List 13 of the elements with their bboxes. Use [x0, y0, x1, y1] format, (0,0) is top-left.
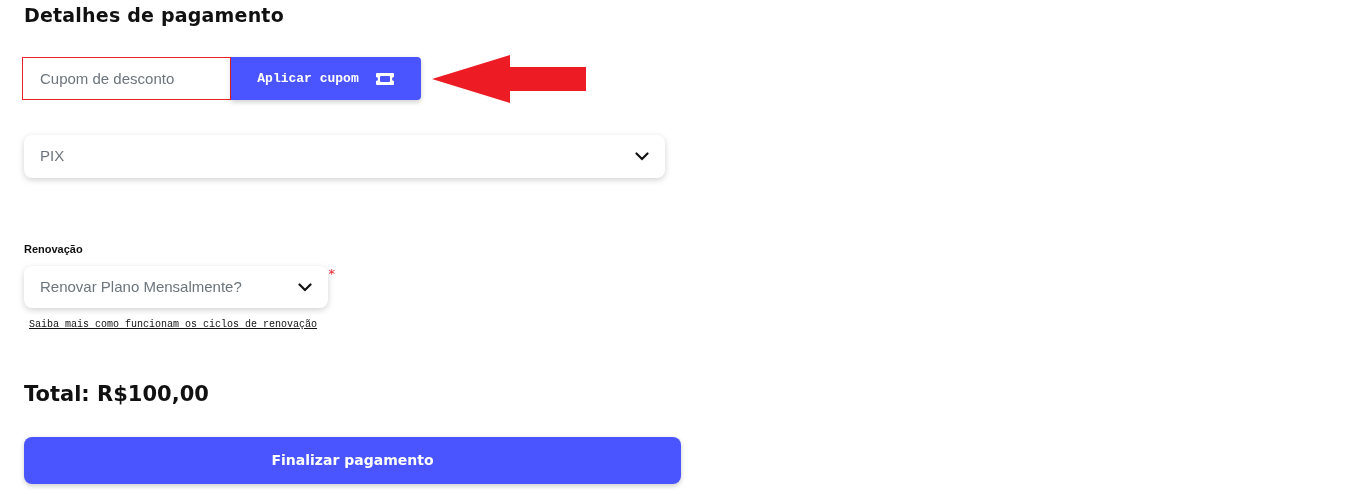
field-label: Renovação: [24, 241, 84, 257]
renewal-select[interactable]: Renovar Plano Mensalmente?: [24, 266, 328, 309]
apply-coupon-button[interactable]: Aplicar cupom: [231, 57, 421, 101]
page-heading: Detalhes de pagamento: [24, 4, 285, 27]
required-mark: *: [328, 265, 335, 284]
chevron-down-icon: [635, 151, 649, 161]
payment-method-select[interactable]: PIX: [24, 134, 665, 178]
total-amount: Total: R$100,00: [24, 382, 210, 408]
finalize-payment-button[interactable]: Finalizar pagamento: [24, 437, 681, 485]
chevron-down-icon: [298, 282, 312, 292]
ticket-icon: [374, 71, 395, 86]
coupon-input[interactable]: Cupom de desconto: [22, 57, 231, 101]
help-link[interactable]: Saiba mais como funcionam os ciclos de renovação: [29, 317, 318, 333]
